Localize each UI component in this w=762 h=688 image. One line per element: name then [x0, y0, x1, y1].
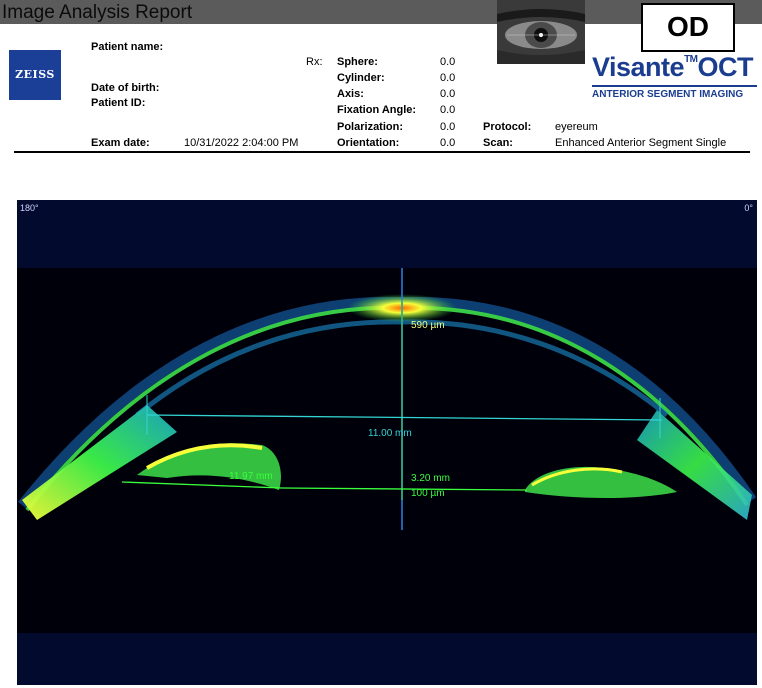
sphere-value: 0.0 [440, 56, 456, 68]
width-label: 11.00 mm [368, 428, 412, 439]
scan-label: Scan: [483, 137, 513, 149]
axis-value: 0.0 [440, 88, 456, 100]
lens-offset-label: 100 µm [411, 488, 445, 499]
patient-id-label: Patient ID: [91, 97, 146, 109]
iris-to-iris-label: 11.97 mm [229, 471, 273, 482]
cylinder-label: Cylinder: [337, 72, 385, 84]
rx-label: Rx: [306, 56, 323, 68]
zeiss-logo-text: ZEISS [15, 68, 55, 81]
protocol-label: Protocol: [483, 121, 532, 133]
visante-name: Visante [592, 52, 685, 82]
sphere-label: Sphere: [337, 56, 378, 68]
oct-scan-image: 590 µm 11.00 mm 11.97 mm 3.20 mm 100 µm … [17, 200, 757, 685]
eye-thumbnail [497, 0, 585, 64]
visante-underline [592, 85, 757, 87]
patient-name-label: Patient name: [91, 41, 164, 53]
zeiss-logo: ZEISS [9, 50, 61, 100]
orientation-value: 0.0 [440, 137, 456, 149]
report-title: Image Analysis Report [2, 2, 193, 23]
header-divider [14, 151, 750, 153]
trademark-mark: TM [684, 54, 698, 65]
eye-side-label: OD [667, 11, 709, 42]
right-angle-label: 0° [744, 203, 753, 213]
exam-date-label: Exam date: [91, 137, 150, 149]
polarization-label: Polarization: [337, 121, 404, 133]
visante-suffix: OCT [697, 52, 754, 82]
left-angle-label: 180° [20, 203, 39, 213]
protocol-value: eyereum [555, 121, 598, 133]
depth-label: 3.20 mm [411, 473, 450, 484]
fixation-angle-label: Fixation Angle: [337, 104, 417, 116]
eye-side-badge: OD [641, 3, 735, 52]
exam-date-value: 10/31/2022 2:04:00 PM [184, 137, 299, 149]
orientation-label: Orientation: [337, 137, 400, 149]
fixation-angle-value: 0.0 [440, 104, 456, 116]
cylinder-value: 0.0 [440, 72, 456, 84]
central-thickness-label: 590 µm [411, 320, 445, 331]
visante-subtitle: ANTERIOR SEGMENT IMAGING [592, 89, 744, 100]
scan-value: Enhanced Anterior Segment Single [555, 137, 727, 149]
visante-logo: VisanteTMOCT [592, 52, 754, 83]
polarization-value: 0.0 [440, 121, 456, 133]
axis-label: Axis: [337, 88, 364, 100]
dob-label: Date of birth: [91, 82, 160, 94]
